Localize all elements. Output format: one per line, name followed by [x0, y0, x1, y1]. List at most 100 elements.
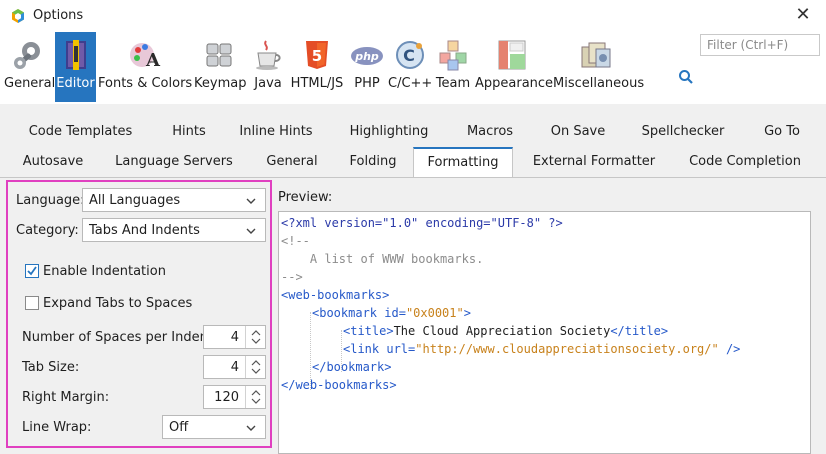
code-line-bookmark-open: <bookmark id="0x0001"> [312, 306, 471, 320]
window-title: Options [33, 8, 84, 23]
line-wrap-value: Off [169, 420, 189, 435]
tab-folding[interactable]: Folding [342, 147, 404, 177]
tab-formatting[interactable]: Formatting [413, 147, 513, 177]
tab-external-formatter[interactable]: External Formatter [530, 147, 658, 177]
tab-row-2: Autosave Language Servers General Foldin… [0, 147, 826, 177]
category-editor[interactable]: Editor [55, 32, 96, 102]
svg-text:php: php [354, 50, 379, 63]
right-margin-value: 120 [214, 390, 239, 405]
tab-code-completion[interactable]: Code Completion [684, 147, 806, 177]
svg-text:C: C [403, 46, 415, 65]
expand-tabs-checkbox[interactable] [25, 296, 39, 310]
category-fonts-colors[interactable]: A Fonts & Colors [98, 32, 192, 102]
category-html-js[interactable]: 5 HTML/JS [290, 32, 344, 102]
palette-icon: A [130, 43, 161, 71]
tab-go-to[interactable]: Go To [756, 117, 808, 147]
category-label: Miscellaneous [553, 76, 645, 91]
category-label: General [4, 76, 56, 91]
category-java[interactable]: Java [250, 32, 286, 102]
category-label: Java [254, 76, 282, 91]
php-icon: php [351, 47, 383, 65]
code-line-xml-decl: <?xml version="1.0" encoding="UTF-8" ?> [281, 216, 563, 230]
category-team[interactable]: Team [435, 32, 471, 102]
spinner-buttons[interactable] [245, 326, 265, 348]
svg-text:5: 5 [312, 47, 322, 65]
tab-macros[interactable]: Macros [460, 117, 520, 147]
filter-input[interactable] [701, 35, 819, 55]
enable-indentation-checkbox[interactable] [25, 264, 39, 278]
right-margin-label: Right Margin: [22, 390, 110, 405]
category-label: Fonts & Colors [98, 76, 193, 91]
tab-row-1: Code Templates Hints Inline Hints Highli… [0, 117, 826, 147]
expand-tabs-label[interactable]: Expand Tabs to Spaces [43, 296, 192, 311]
category-label: Category: [16, 223, 79, 238]
close-button[interactable]: ✕ [792, 4, 814, 26]
category-label: C/C++ [388, 76, 433, 91]
category-label: Keymap [194, 76, 247, 91]
tab-spellchecker[interactable]: Spellchecker [640, 117, 726, 147]
preview-label: Preview: [278, 190, 333, 205]
spinner-up-down-icon [251, 390, 261, 404]
language-dropdown[interactable]: All Languages [82, 188, 266, 212]
wrench-gear-icon [14, 42, 40, 69]
spinner-buttons[interactable] [245, 356, 265, 378]
chevron-down-icon [246, 425, 256, 431]
tab-highlighting[interactable]: Highlighting [344, 117, 434, 147]
code-line-comment-text: A list of WWW bookmarks. [281, 252, 484, 266]
tab-size-label: Tab Size: [22, 360, 80, 375]
tab-inline-hints[interactable]: Inline Hints [235, 117, 317, 147]
category-label: Team [435, 76, 471, 91]
spaces-per-indent-spinner[interactable]: 4 [203, 325, 266, 349]
preview-pane[interactable]: <?xml version="1.0" encoding="UTF-8" ?> … [278, 211, 811, 454]
spinner-up-down-icon [251, 330, 261, 344]
search-icon [679, 70, 693, 84]
enable-indentation-label[interactable]: Enable Indentation [43, 264, 166, 279]
chevron-down-icon [246, 228, 256, 234]
app-icon [12, 9, 24, 23]
tab-size-value: 4 [230, 360, 239, 375]
line-wrap-label: Line Wrap: [22, 420, 92, 435]
line-wrap-dropdown[interactable]: Off [162, 415, 266, 439]
code-line-web-bookmarks-close: </web-bookmarks> [281, 378, 397, 392]
code-line-comment-close: --> [281, 270, 303, 284]
code-line-web-bookmarks-open: <web-bookmarks> [281, 288, 390, 302]
tab-on-save[interactable]: On Save [545, 117, 611, 147]
spinner-buttons[interactable] [245, 386, 265, 408]
category-appearance[interactable]: Appearance [475, 32, 554, 102]
tab-autosave[interactable]: Autosave [18, 147, 88, 177]
spaces-per-indent-value: 4 [230, 330, 239, 345]
category-label: Editor [56, 76, 95, 91]
team-cubes-icon [439, 40, 467, 71]
tab-language-servers[interactable]: Language Servers [112, 147, 236, 177]
filter-search-box[interactable] [700, 34, 820, 56]
editor-book-icon [65, 40, 86, 70]
category-label: Appearance [475, 76, 554, 91]
code-line-title: <title>The Cloud Appreciation Society</t… [343, 324, 669, 338]
category-label: PHP [354, 76, 380, 91]
right-margin-spinner[interactable]: 120 [203, 385, 266, 409]
keyboard-icon [206, 43, 232, 67]
chevron-down-icon [246, 198, 256, 204]
spinner-up-down-icon [251, 360, 261, 374]
tab-hints[interactable]: Hints [163, 117, 215, 147]
title-bar: Options ✕ [0, 0, 826, 32]
java-cup-icon [256, 40, 281, 70]
category-general[interactable]: General [4, 32, 56, 102]
category-keymap[interactable]: Keymap [194, 32, 247, 102]
category-php[interactable]: php PHP [350, 32, 384, 102]
category-label: HTML/JS [290, 76, 344, 91]
category-miscellaneous[interactable]: Miscellaneous [553, 32, 645, 102]
html5-icon: 5 [306, 41, 328, 69]
code-line-link: <link url="http://www.cloudappreciations… [343, 342, 741, 356]
appearance-layout-icon [498, 40, 526, 70]
checkmark-icon [27, 266, 37, 276]
tab-size-spinner[interactable]: 4 [203, 355, 266, 379]
tab-code-templates[interactable]: Code Templates [23, 117, 138, 147]
spaces-per-indent-label: Number of Spaces per Indent: [22, 330, 218, 345]
category-c-cpp[interactable]: C C/C++ [388, 32, 432, 102]
category-dropdown[interactable]: Tabs And Indents [82, 218, 266, 242]
language-label: Language: [16, 193, 85, 208]
c-cpp-icon: C [396, 41, 424, 69]
category-value: Tabs And Indents [89, 223, 200, 238]
tab-general[interactable]: General [260, 147, 324, 177]
